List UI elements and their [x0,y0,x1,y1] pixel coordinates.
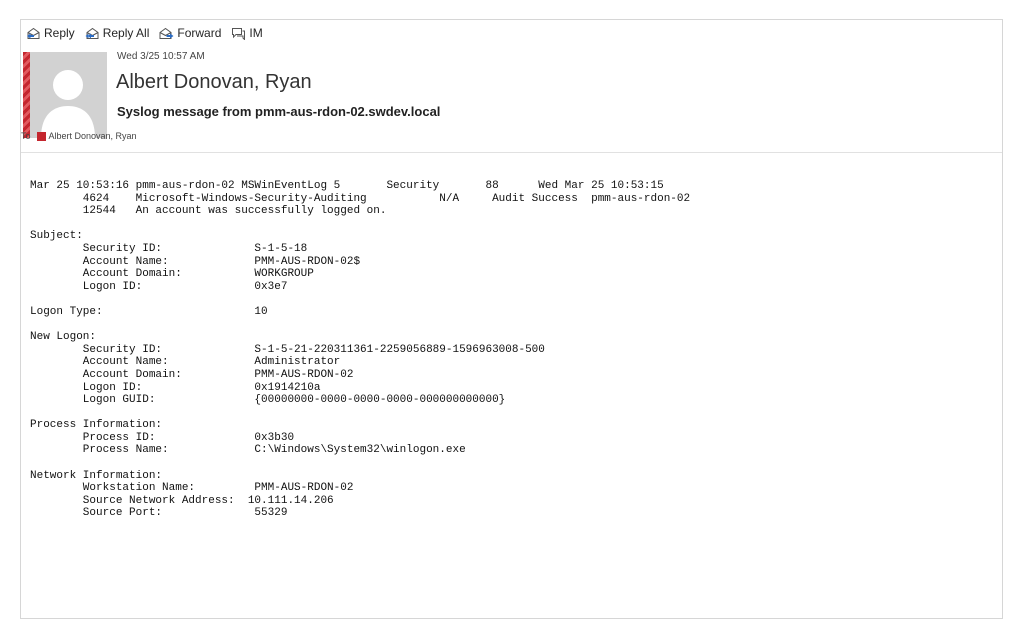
body-line: Workstation Name: PMM-AUS-RDON-02 [30,482,354,495]
message-body: Mar 25 10:53:16 pmm-aus-rdon-02 MSWinEve… [30,180,992,520]
to-label: To [21,131,31,141]
sender-avatar [23,52,107,138]
body-line: Account Name: PMM-AUS-RDON-02$ [30,255,361,268]
body-line: Logon ID: 0x3e7 [30,280,288,293]
sender-name[interactable]: Albert Donovan, Ryan [116,71,312,94]
person-silhouette-icon [41,70,95,138]
body-line: Subject: [30,230,83,243]
body-line: Mar 25 10:53:16 pmm-aus-rdon-02 MSWinEve… [30,180,664,192]
sent-date: Wed 3/25 10:57 AM [117,51,205,62]
forward-label: Forward [177,26,222,40]
body-line: Process Name: C:\Windows\System32\winlog… [30,444,466,457]
email-reading-pane: Reply Reply All Forward IM Wed 3/25 10:5… [20,19,1003,619]
body-line: Process Information: [30,419,163,432]
body-line: Network Information: [30,469,163,482]
message-toolbar: Reply Reply All Forward IM [26,24,263,42]
body-line: Account Domain: PMM-AUS-RDON-02 [30,368,354,381]
header-divider [21,152,1002,153]
reply-label: Reply [44,26,75,40]
body-line: Account Domain: WORKGROUP [30,268,314,281]
reply-all-label: Reply All [102,26,150,40]
recipients-row: To Albert Donovan, Ryan [21,131,137,141]
forward-button[interactable]: Forward [159,26,221,40]
forward-icon [159,27,174,40]
body-line: Security ID: S-1-5-18 [30,242,308,255]
message-subject: Syslog message from pmm-aus-rdon-02.swde… [117,104,441,119]
body-line: Process ID: 0x3b30 [30,431,295,444]
body-line: Logon ID: 0x1914210a [30,381,321,394]
im-label: IM [249,26,263,40]
body-line: Account Name: Administrator [30,356,341,369]
body-line: 12544 An account was successfully logged… [30,205,387,218]
body-line: Source Port: 55329 [30,507,288,520]
reply-all-button[interactable]: Reply All [85,26,150,40]
recipient-chip[interactable]: Albert Donovan, Ryan [36,131,137,141]
im-button[interactable]: IM [231,26,263,40]
recipient-name: Albert Donovan, Ryan [48,131,137,141]
body-line: Source Network Address: 10.111.14.206 [30,494,334,507]
body-line: New Logon: [30,331,97,344]
body-line: 4624 Microsoft-Windows-Security-Auditing… [30,192,691,205]
chat-bubble-icon [231,27,246,40]
body-line: Logon Type: 10 [30,305,268,318]
presence-square-icon [36,131,46,141]
body-line: Security ID: S-1-5-21-220311361-22590568… [30,343,545,356]
body-line: Logon GUID: {00000000-0000-0000-0000-000… [30,394,506,407]
reply-button[interactable]: Reply [26,26,75,40]
reply-icon [26,27,41,40]
reply-all-icon [85,27,100,40]
